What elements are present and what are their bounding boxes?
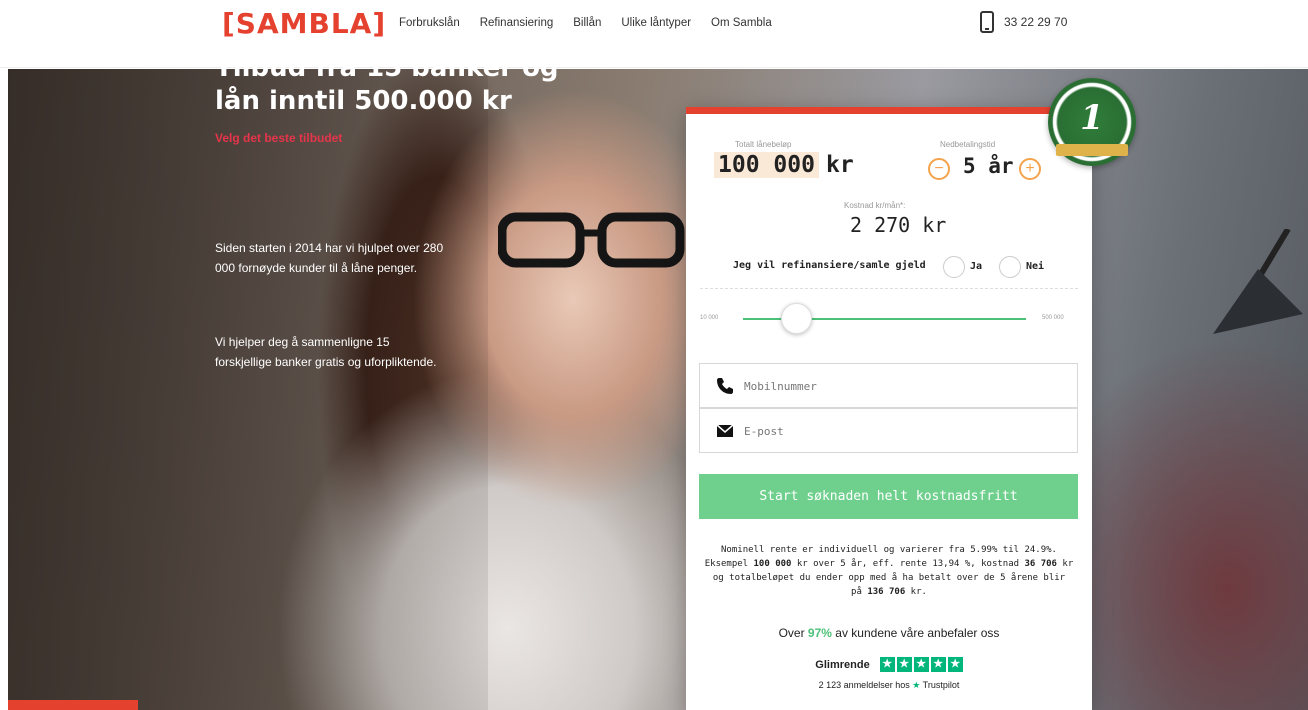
term-label: Nedbetalingstid <box>940 140 996 149</box>
hero-subtitle: Velg det beste tilbudet <box>215 131 343 145</box>
email-input[interactable] <box>744 421 1064 441</box>
trustpilot-brand: Trustpilot <box>922 680 960 690</box>
top-header: [SAMBLA] Forbrukslån Refinansiering Bill… <box>0 0 1308 68</box>
disclaimer-line-1: Nominell rente er individuell og variere… <box>721 545 1057 555</box>
mobile-phone-icon <box>980 11 994 33</box>
refinance-yes-radio[interactable] <box>943 256 965 278</box>
loan-disclaimer: Nominell rente er individuell og variere… <box>700 543 1078 599</box>
cost-label: Kostnad kr/mån*: <box>844 201 906 210</box>
star-icon: ★ <box>930 657 946 672</box>
badge-ribbon <box>1056 144 1128 156</box>
nav-refinansiering[interactable]: Refinansiering <box>480 17 554 29</box>
amount-label: Totalt lånebeløp <box>735 140 792 149</box>
reviews-count: 2 123 anmeldelser hos <box>818 680 910 690</box>
rating-label: Glimrende <box>815 658 870 671</box>
divider <box>700 288 1078 289</box>
lamp-graphic <box>1213 229 1303 334</box>
main-nav: Forbrukslån Refinansiering Billån Ulike … <box>399 17 772 29</box>
glasses-graphic <box>498 212 685 268</box>
star-icon: ★ <box>947 657 963 672</box>
phone-field[interactable] <box>699 363 1078 408</box>
email-field[interactable] <box>699 408 1078 453</box>
nav-ulike-lantyper[interactable]: Ulike låntyper <box>621 17 691 29</box>
sambla-logo[interactable]: [SAMBLA] <box>222 7 386 40</box>
envelope-icon <box>716 424 734 437</box>
refinance-no-radio[interactable] <box>999 256 1021 278</box>
phone-input[interactable] <box>744 376 1064 396</box>
decrease-term-button[interactable]: − <box>928 158 950 180</box>
star-icon: ★ <box>913 657 929 672</box>
start-application-button[interactable]: Start søknaden helt kostnadsfritt <box>699 474 1078 519</box>
disclaimer-line-3: og totalbeløpet du ender opp med å ha be… <box>712 573 1066 583</box>
award-badge: 1 <box>1048 78 1136 166</box>
disclaimer-line-4: på 136 706 kr. <box>851 587 927 597</box>
phone-icon <box>717 378 733 394</box>
trustpilot-rating[interactable]: Glimrende ★ ★ ★ ★ ★ <box>700 657 1078 672</box>
amount-unit: kr <box>826 152 854 178</box>
slider-min-label: 10 000 <box>700 315 719 321</box>
hero-shade <box>8 69 488 710</box>
nav-om-sambla[interactable]: Om Sambla <box>711 17 772 29</box>
refinance-question: Jeg vil refinansiere/samle gjeld <box>733 260 926 271</box>
phone-number: 33 22 29 70 <box>1004 15 1068 29</box>
nav-billan[interactable]: Billån <box>573 17 601 29</box>
decorative-strip <box>8 700 138 710</box>
recommend-percent: 97% <box>807 626 832 640</box>
hero-image <box>8 69 1308 710</box>
trustpilot-reviews[interactable]: 2 123 anmeldelser hos ★ Trustpilot <box>700 680 1078 691</box>
disclaimer-line-2: Eksempel 100 000 kr over 5 år, eff. rent… <box>704 559 1074 569</box>
hero-paragraph-1: Siden starten i 2014 har vi hjulpet over… <box>215 241 444 275</box>
term-value: 5 år <box>963 154 1014 178</box>
badge-number: 1 <box>1080 98 1104 138</box>
phone-contact[interactable]: 33 22 29 70 <box>980 11 1067 33</box>
recommendation-text: Over 97% av kundene våre anbefaler oss <box>778 626 1000 640</box>
slider-max-label: 500 000 <box>1042 315 1064 321</box>
nav-forbrukslan[interactable]: Forbrukslån <box>399 17 460 29</box>
refinance-yes-label[interactable]: Ja <box>970 261 982 272</box>
trustpilot-star-icon: ★ <box>912 680 921 690</box>
increase-term-button[interactable]: + <box>1019 158 1041 180</box>
amount-value[interactable]: 100 000 <box>714 152 819 178</box>
star-icon: ★ <box>896 657 912 672</box>
hero-title: Tilbud fra 15 banker og lån inntil 500.0… <box>215 53 559 116</box>
cost-value: 2 270 kr <box>850 213 947 237</box>
star-icon: ★ <box>879 657 895 672</box>
trustpilot-stars: ★ ★ ★ ★ ★ <box>879 657 963 672</box>
hero-paragraph-2: Vi hjelper deg å sammenligne 15 forskjel… <box>215 335 437 369</box>
refinance-no-label[interactable]: Nei <box>1026 261 1044 272</box>
